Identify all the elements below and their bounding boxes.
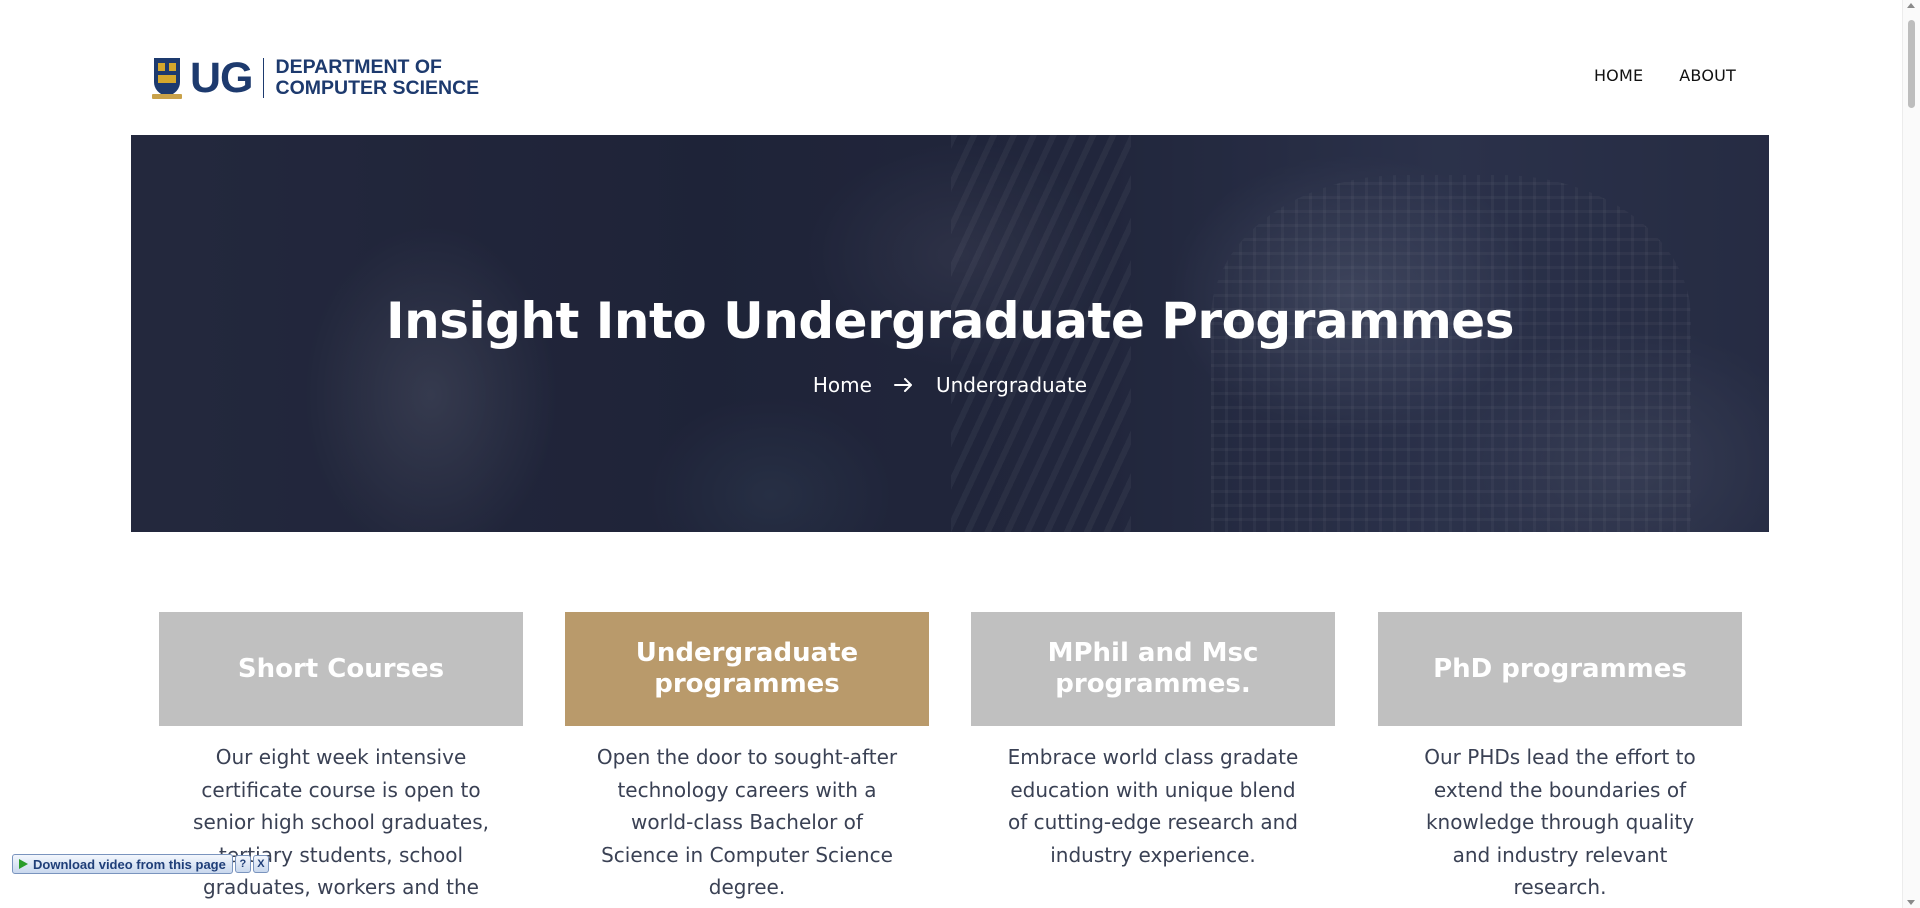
- arrow-right-icon: [893, 377, 914, 393]
- help-button[interactable]: ?: [234, 855, 251, 873]
- logo-line-1: DEPARTMENT OF: [275, 56, 442, 78]
- card-mphil-msc-programmes[interactable]: MPhil and Msc programmes. Embrace world …: [971, 612, 1335, 871]
- card-title[interactable]: PhD programmes: [1378, 612, 1742, 726]
- download-video-button[interactable]: Download video from this page: [12, 854, 233, 874]
- department-logo[interactable]: UG DEPARTMENT OF COMPUTER SCIENCE: [152, 54, 479, 102]
- logo-department-name: DEPARTMENT OF COMPUTER SCIENCE: [276, 57, 480, 99]
- download-video-label: Download video from this page: [33, 856, 226, 872]
- nav-home-link[interactable]: HOME: [1594, 66, 1643, 85]
- card-title[interactable]: Short Courses: [159, 612, 523, 726]
- card-title[interactable]: Undergraduate programmes: [565, 612, 929, 726]
- logo-line-2: COMPUTER SCIENCE: [275, 77, 480, 99]
- page-title: Insight Into Undergraduate Programmes: [386, 292, 1514, 350]
- logo-divider: [262, 58, 264, 98]
- main-nav: HOME ABOUT: [1594, 66, 1736, 85]
- hero-photo-texture-2: [1211, 175, 1691, 532]
- breadcrumb: Home Undergraduate: [131, 373, 1769, 397]
- card-undergraduate-programmes[interactable]: Undergraduate programmes Open the door t…: [565, 612, 929, 904]
- scrollbar-thumb[interactable]: [1908, 20, 1915, 108]
- page-scrollbar[interactable]: [1902, 0, 1920, 908]
- hero-banner: Insight Into Undergraduate Programmes Ho…: [131, 135, 1769, 532]
- card-description: Open the door to sought-after technology…: [596, 745, 898, 899]
- breadcrumb-current: Undergraduate: [935, 373, 1088, 397]
- scroll-down-arrow-icon[interactable]: [1907, 900, 1915, 905]
- download-video-bar: Download video from this page ? X: [12, 854, 269, 874]
- play-icon: [19, 859, 28, 869]
- scroll-up-arrow-icon[interactable]: [1907, 3, 1915, 8]
- card-title[interactable]: MPhil and Msc programmes.: [971, 612, 1335, 726]
- breadcrumb-home-link[interactable]: Home: [813, 373, 872, 397]
- card-description: Embrace world class gradate education wi…: [1007, 745, 1299, 867]
- card-phd-programmes[interactable]: PhD programmes Our PHDs lead the effort …: [1378, 612, 1742, 904]
- nav-about-link[interactable]: ABOUT: [1679, 66, 1736, 85]
- card-description: Our PHDs lead the effort to extend the b…: [1424, 745, 1696, 899]
- card-description: Our eight week intensive certificate cou…: [193, 745, 489, 899]
- logo-ug-text: UG: [190, 53, 253, 102]
- close-button[interactable]: X: [252, 855, 269, 873]
- university-crest-icon: [152, 56, 182, 100]
